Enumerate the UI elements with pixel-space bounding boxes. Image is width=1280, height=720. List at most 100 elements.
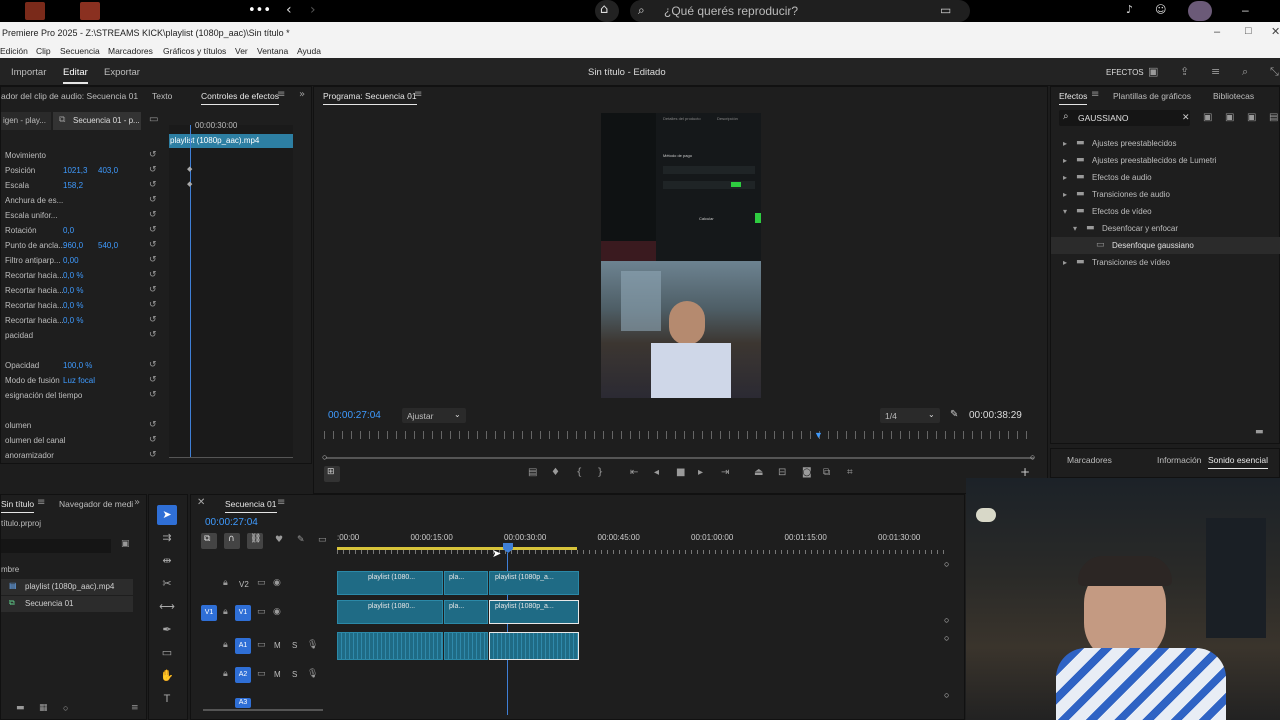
close-icon[interactable]: ✕ xyxy=(1271,25,1280,38)
ec-property-row[interactable]: pacidad ↺ xyxy=(1,328,169,343)
scroll-handle[interactable]: ○ xyxy=(944,615,949,625)
type-tool[interactable]: T xyxy=(157,689,177,709)
ec-zoom-bar[interactable] xyxy=(169,457,293,458)
tab-editar[interactable]: Editar xyxy=(63,67,88,78)
more-icon[interactable]: ••• xyxy=(248,3,271,18)
program-ruler[interactable] xyxy=(324,431,1034,439)
friends-icon[interactable]: ☺ xyxy=(1155,3,1166,16)
audio-clip-3-selected[interactable] xyxy=(489,632,579,660)
ec-property-row[interactable]: Posición 1021,3 403,0 ↺ xyxy=(1,163,169,178)
menu-icon[interactable]: ≡ xyxy=(37,497,45,508)
pen-tool[interactable]: ✒ xyxy=(157,620,177,640)
close-icon[interactable]: ✕ xyxy=(197,497,205,508)
ec-property-row[interactable]: Filtro antiparp... 0,00 ↺ xyxy=(1,253,169,268)
tree-item[interactable]: ▸ ▬ Transiciones de audio xyxy=(1051,186,1280,203)
property-value-2[interactable]: 403,0 xyxy=(98,163,118,178)
zoom-handle-left[interactable]: ○ xyxy=(322,452,327,462)
reset-icon[interactable]: ↺ xyxy=(149,268,157,283)
reset-icon[interactable]: ↺ xyxy=(149,358,157,373)
game-thumbnail-1[interactable] xyxy=(25,2,45,20)
chevron-right-icon[interactable]: ▸ xyxy=(1063,254,1067,271)
step-back-icon[interactable]: ◂ xyxy=(654,467,659,478)
chevron-right-icon[interactable]: ▸ xyxy=(1063,186,1067,203)
reset-icon[interactable]: ↺ xyxy=(149,313,157,328)
accelerated-icon[interactable]: ▣ xyxy=(1203,112,1212,123)
clip-v2-1[interactable]: playlist (1080... xyxy=(337,571,443,595)
extract-icon[interactable]: ⊟ xyxy=(778,467,786,478)
tree-item[interactable]: ▭ Desenfoque gaussiano xyxy=(1051,237,1280,254)
timeline-zoom-bar[interactable] xyxy=(203,709,323,711)
lift-icon[interactable]: ⏏ xyxy=(754,467,763,478)
tab-exportar[interactable]: Exportar xyxy=(104,67,140,78)
effects-label[interactable]: EFECTOS xyxy=(1106,68,1144,77)
overflow-icon[interactable]: » xyxy=(299,89,305,100)
ec-clip-bar[interactable]: playlist (1080p_aac).mp4 xyxy=(169,134,293,148)
search-icon[interactable]: ⌕ xyxy=(1242,65,1248,79)
chevron-right-icon[interactable]: ▸ xyxy=(1063,135,1067,152)
sync-icon[interactable]: ▭ xyxy=(257,607,266,617)
mic-icon[interactable]: 🎙︎ xyxy=(307,640,318,650)
razor-tool[interactable]: ✂ xyxy=(157,574,177,594)
yuv-icon[interactable]: ▣ xyxy=(1247,112,1256,123)
tab-effect-controls[interactable]: Controles de efectos xyxy=(201,91,279,105)
step-forward-icon[interactable]: ▸ xyxy=(698,467,703,478)
track-a1-target[interactable]: A1 xyxy=(235,638,251,654)
keyframe-icon[interactable]: ◆ xyxy=(187,180,192,188)
share-icon[interactable]: ⇪ xyxy=(1180,65,1189,78)
captions-icon[interactable]: ▭ xyxy=(318,535,327,545)
reset-icon[interactable]: ↺ xyxy=(149,328,157,343)
tab-secuencia-01[interactable]: Secuencia 01 xyxy=(225,499,277,513)
ripple-edit-tool[interactable]: ⇹ xyxy=(157,551,177,571)
track-select-tool[interactable]: ⇉ xyxy=(157,528,177,548)
menu-icon[interactable]: ≡ xyxy=(1211,65,1220,78)
program-zoom-bar[interactable] xyxy=(326,457,1034,459)
track-a3-target[interactable]: A3 xyxy=(235,698,251,708)
track-v1-target[interactable]: V1 xyxy=(235,605,251,621)
quality-dropdown[interactable]: 1/4 ⌄ xyxy=(880,408,940,423)
chevron-right-icon[interactable]: ▸ xyxy=(1063,152,1067,169)
ec-property-row[interactable]: Recortar hacia... 0,0 % ↺ xyxy=(1,313,169,328)
zoom-handle-right[interactable]: ○ xyxy=(1030,452,1035,462)
menu-icon[interactable]: ≡ xyxy=(277,89,285,100)
new-folder-icon[interactable]: ▤ xyxy=(1269,112,1278,123)
mark-out-icon[interactable]: } xyxy=(597,467,603,478)
list-item[interactable]: ▤ playlist (1080p_aac).mp4 xyxy=(1,579,133,595)
ec-property-row[interactable]: olumen ↺ xyxy=(1,418,169,433)
tree-item[interactable]: ▸ ▬ Ajustes preestablecidos xyxy=(1051,135,1280,152)
ec-property-row[interactable]: Rotación 0,0 ↺ xyxy=(1,223,169,238)
sequence-dropdown[interactable]: ⧉ Secuencia 01 - p... xyxy=(53,112,141,130)
reset-icon[interactable]: ↺ xyxy=(149,388,157,403)
list-view-icon[interactable]: ▬ xyxy=(16,703,25,713)
reset-icon[interactable]: ↺ xyxy=(149,193,157,208)
menu-secuencia[interactable]: Secuencia xyxy=(60,46,100,56)
maximize-icon[interactable]: □ xyxy=(1245,25,1252,37)
property-value[interactable]: 960,0 xyxy=(63,238,83,253)
add-button-icon[interactable]: + xyxy=(1020,465,1030,479)
clip-v2-2[interactable]: pla... xyxy=(444,571,488,595)
lock-icon[interactable]: 🔒︎ xyxy=(223,578,228,588)
property-value[interactable]: 0,00 xyxy=(63,253,79,268)
property-value[interactable]: 0,0 % xyxy=(63,268,83,283)
eye-icon[interactable]: ◉ xyxy=(273,607,281,617)
property-value-2[interactable]: 540,0 xyxy=(98,238,118,253)
tab-sonido-esencial[interactable]: Sonido esencial xyxy=(1208,455,1269,469)
icon-view-icon[interactable]: ▦ xyxy=(39,703,48,713)
32bit-icon[interactable]: ▣ xyxy=(1225,112,1234,123)
reset-icon[interactable]: ↺ xyxy=(149,283,157,298)
tab-plantillas[interactable]: Plantillas de gráficos xyxy=(1113,91,1191,101)
tab-audio-clip-mixer[interactable]: ador del clip de audio: Secuencia 01 xyxy=(1,91,138,101)
lock-icon[interactable]: 🔒︎ xyxy=(223,607,228,617)
ec-property-row[interactable]: Opacidad 100,0 % ↺ xyxy=(1,358,169,373)
property-value[interactable]: 158,2 xyxy=(63,178,83,193)
video-frame[interactable]: Detalles del producto Descripción Método… xyxy=(601,113,761,398)
tab-importar[interactable]: Importar xyxy=(11,67,46,78)
reset-icon[interactable]: ↺ xyxy=(149,238,157,253)
avatar[interactable] xyxy=(1188,1,1212,21)
property-value[interactable]: Luz focal xyxy=(63,373,95,388)
track-a2-target[interactable]: A2 xyxy=(235,667,251,683)
ec-property-row[interactable]: Movimiento ↺ xyxy=(1,148,169,163)
new-bin-icon[interactable]: ▬ xyxy=(1255,427,1264,437)
effects-search-input[interactable]: ⌕ GAUSSIANO ✕ xyxy=(1059,110,1190,126)
chevron-right-icon[interactable]: ▸ xyxy=(1063,169,1067,186)
bell-icon[interactable]: ♪ xyxy=(1126,3,1133,16)
